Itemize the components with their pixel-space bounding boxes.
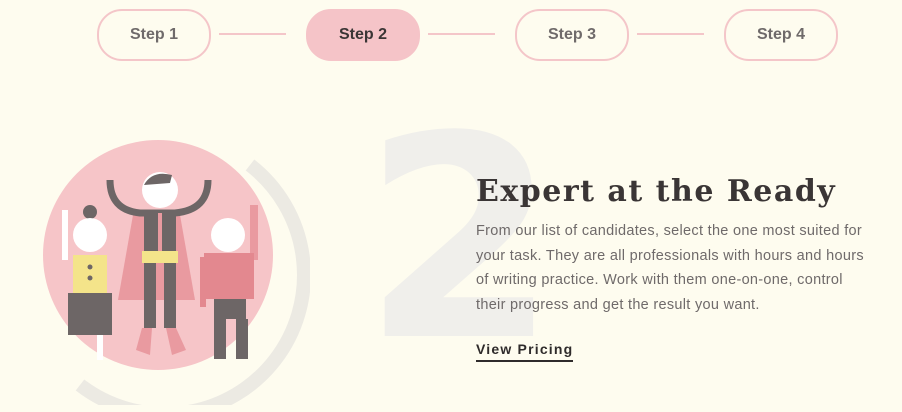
- team-illustration: [40, 135, 312, 412]
- step-connector: [637, 33, 704, 35]
- step-4-button[interactable]: Step 4: [724, 9, 838, 61]
- section-title: Expert at the Ready: [476, 174, 837, 209]
- step-connector: [428, 33, 495, 35]
- step-3-button[interactable]: Step 3: [515, 9, 629, 61]
- section-description: From our list of candidates, select the …: [476, 223, 864, 313]
- step-connector: [219, 33, 286, 35]
- step-1-button[interactable]: Step 1: [97, 9, 211, 61]
- step-progress: Step 1 Step 2 Step 3 Step 4: [0, 9, 902, 61]
- step-2-button[interactable]: Step 2: [306, 9, 420, 61]
- view-pricing-link[interactable]: View Pricing: [476, 341, 574, 362]
